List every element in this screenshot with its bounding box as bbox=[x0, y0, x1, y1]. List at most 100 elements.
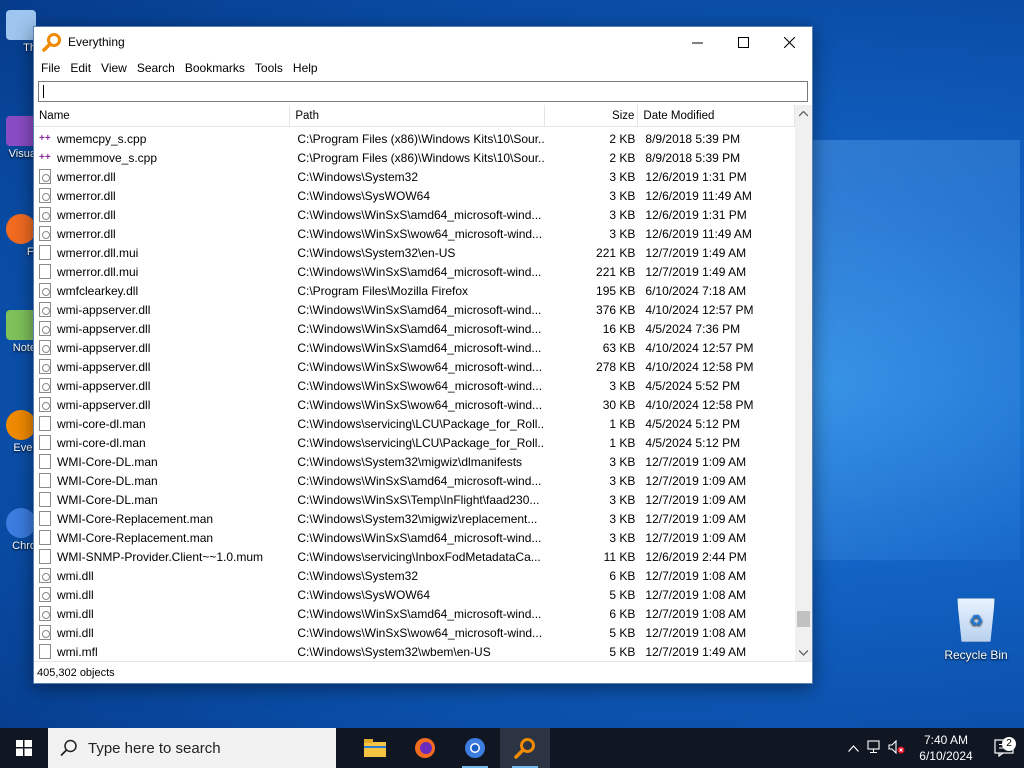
table-row[interactable]: ++ wmemcpy_s.cpp C:\Program Files (x86)\Wi… bbox=[34, 129, 795, 148]
cell-name: wmi-appserver.dll bbox=[34, 378, 290, 393]
taskbar-file-explorer[interactable] bbox=[350, 728, 400, 768]
table-row[interactable]: wmi.mfl C:\Windows\System32\wbem\en-US 5 K… bbox=[34, 642, 795, 661]
taskbar-chrome[interactable] bbox=[450, 728, 500, 768]
action-center-button[interactable]: 2 bbox=[984, 737, 1024, 757]
file-icon bbox=[39, 454, 51, 469]
desktop-icon-this-pc[interactable]: Th bbox=[0, 10, 36, 54]
show-hidden-icons-button[interactable] bbox=[842, 741, 864, 755]
menu-file[interactable]: File bbox=[36, 61, 65, 75]
dll-file-icon bbox=[39, 568, 51, 583]
table-row[interactable]: wmi.dll C:\Windows\WinSxS\amd64_microsoft… bbox=[34, 604, 795, 623]
table-row[interactable]: wmerror.dll.mui C:\Windows\WinSxS\amd64_m… bbox=[34, 262, 795, 281]
cell-path: C:\Windows\WinSxS\wow64_microsoft-wind..… bbox=[297, 226, 543, 241]
volume-button[interactable] bbox=[886, 739, 908, 757]
scroll-thumb[interactable] bbox=[797, 611, 810, 627]
desktop-icon-recycle-bin[interactable]: ♻ Recycle Bin bbox=[940, 598, 1012, 662]
table-row[interactable]: wmi-appserver.dll C:\Windows\WinSxS\wow64… bbox=[34, 376, 795, 395]
column-header-date[interactable]: Date Modified bbox=[638, 105, 795, 127]
file-name: wmerror.dll.mui bbox=[57, 245, 139, 260]
cell-name: wmi-appserver.dll bbox=[34, 321, 290, 336]
menu-edit[interactable]: Edit bbox=[65, 61, 96, 75]
desktop-icon-firefox[interactable]: Fi bbox=[0, 214, 36, 258]
cpp-file-icon: ++ bbox=[39, 150, 51, 165]
table-row[interactable]: wmi.dll C:\Windows\WinSxS\wow64_microsoft… bbox=[34, 623, 795, 642]
table-row[interactable]: wmi-appserver.dll C:\Windows\WinSxS\amd64… bbox=[34, 319, 795, 338]
menu-search[interactable]: Search bbox=[132, 61, 180, 75]
desktop-icon-notepad[interactable]: Note bbox=[0, 310, 36, 354]
column-header-path[interactable]: Path bbox=[290, 105, 545, 127]
taskbar-firefox[interactable] bbox=[400, 728, 450, 768]
menu-help[interactable]: Help bbox=[288, 61, 323, 75]
cell-name: wmi-core-dl.man bbox=[34, 435, 290, 450]
table-row[interactable]: WMI-Core-Replacement.man C:\Windows\Syste… bbox=[34, 509, 795, 528]
table-row[interactable]: wmerror.dll.mui C:\Windows\System32\en-US… bbox=[34, 243, 795, 262]
cell-name: wmi.dll bbox=[34, 568, 290, 583]
table-row[interactable]: wmerror.dll C:\Windows\System32 3 KB 12/6/2… bbox=[34, 167, 795, 186]
close-button[interactable] bbox=[766, 27, 812, 57]
maximize-button[interactable] bbox=[720, 27, 766, 57]
table-row[interactable]: wmi-core-dl.man C:\Windows\servicing\LCU\… bbox=[34, 414, 795, 433]
table-row[interactable]: wmi-appserver.dll C:\Windows\WinSxS\amd64… bbox=[34, 338, 795, 357]
clock[interactable]: 7:40 AM 6/10/2024 bbox=[908, 732, 984, 764]
table-row[interactable]: WMI-Core-DL.man C:\Windows\WinSxS\amd64_m… bbox=[34, 471, 795, 490]
column-header-name[interactable]: Name bbox=[34, 105, 291, 127]
table-row[interactable]: wmerror.dll C:\Windows\WinSxS\amd64_micro… bbox=[34, 205, 795, 224]
table-row[interactable]: wmerror.dll C:\Windows\WinSxS\wow64_micro… bbox=[34, 224, 795, 243]
cell-path: C:\Windows\WinSxS\amd64_microsoft-wind..… bbox=[297, 302, 542, 317]
file-name: WMI-Core-DL.man bbox=[57, 454, 158, 469]
cell-date: 4/10/2024 12:58 PM bbox=[645, 397, 754, 412]
cell-date: 12/6/2019 2:44 PM bbox=[645, 549, 747, 564]
network-button[interactable] bbox=[864, 739, 886, 757]
minimize-button[interactable] bbox=[674, 27, 720, 57]
title-bar[interactable]: Everything bbox=[34, 27, 812, 57]
table-row[interactable]: WMI-SNMP-Provider.Client~~1.0.mum C:\Wind… bbox=[34, 547, 795, 566]
cell-size: 221 KB bbox=[596, 264, 636, 279]
cell-date: 8/9/2018 5:39 PM bbox=[645, 150, 741, 165]
table-row[interactable]: WMI-Core-DL.man C:\Windows\WinSxS\Temp\In… bbox=[34, 490, 795, 509]
table-row[interactable]: wmi-appserver.dll C:\Windows\WinSxS\amd64… bbox=[34, 300, 795, 319]
table-row[interactable]: wmi.dll C:\Windows\SysWOW64 5 KB 12/7/2019 … bbox=[34, 585, 795, 604]
table-row[interactable]: wmi-appserver.dll C:\Windows\WinSxS\wow64… bbox=[34, 357, 795, 376]
vertical-scrollbar[interactable] bbox=[795, 105, 812, 661]
cell-date: 12/7/2019 1:09 AM bbox=[645, 492, 747, 507]
cell-date: 4/5/2024 7:36 PM bbox=[645, 321, 741, 336]
cell-name: wmi.dll bbox=[34, 606, 290, 621]
cell-size: 278 KB bbox=[596, 359, 636, 374]
column-header-size[interactable]: Size bbox=[545, 105, 639, 127]
table-row[interactable]: wmi-appserver.dll C:\Windows\WinSxS\wow64… bbox=[34, 395, 795, 414]
scroll-down-button[interactable] bbox=[795, 644, 812, 661]
cell-path: C:\Windows\WinSxS\amd64_microsoft-wind..… bbox=[297, 530, 542, 545]
table-row[interactable]: wmfclearkey.dll C:\Program Files\Mozilla … bbox=[34, 281, 795, 300]
file-name: wmerror.dll.mui bbox=[57, 264, 139, 279]
table-row[interactable]: WMI-Core-Replacement.man C:\Windows\WinSx… bbox=[34, 528, 795, 547]
cell-date: 4/5/2024 5:12 PM bbox=[645, 435, 741, 450]
menu-tools[interactable]: Tools bbox=[250, 61, 288, 75]
taskbar-everything[interactable] bbox=[500, 728, 550, 768]
dll-file-icon bbox=[39, 359, 51, 374]
table-row[interactable]: WMI-Core-DL.man C:\Windows\System32\migwi… bbox=[34, 452, 795, 471]
cell-size: 2 KB bbox=[609, 150, 636, 165]
file-name: wmi-appserver.dll bbox=[57, 321, 151, 336]
search-input[interactable] bbox=[38, 81, 808, 102]
dll-file-icon bbox=[39, 606, 51, 621]
cell-name: ++ wmemmove_s.cpp bbox=[34, 150, 290, 165]
table-row[interactable]: wmi-core-dl.man C:\Windows\servicing\LCU\… bbox=[34, 433, 795, 452]
table-row[interactable]: ++ wmemmove_s.cpp C:\Program Files (x86)\W… bbox=[34, 148, 795, 167]
cell-name: wmfclearkey.dll bbox=[34, 283, 290, 298]
menu-view[interactable]: View bbox=[96, 61, 132, 75]
table-row[interactable]: wmerror.dll C:\Windows\SysWOW64 3 KB 12/6/2… bbox=[34, 186, 795, 205]
menu-bookmarks[interactable]: Bookmarks bbox=[180, 61, 250, 75]
cell-date: 4/10/2024 12:57 PM bbox=[645, 340, 754, 355]
start-button[interactable] bbox=[0, 728, 48, 768]
desktop-icon-visual-studio[interactable]: Visua bbox=[0, 116, 36, 160]
cell-size: 3 KB bbox=[609, 492, 636, 507]
cell-size: 3 KB bbox=[609, 226, 636, 241]
desktop-icon-everything[interactable]: Ever bbox=[0, 410, 36, 454]
chevron-up-icon bbox=[847, 745, 859, 752]
table-row[interactable]: wmi.dll C:\Windows\System32 6 KB 12/7/2019 … bbox=[34, 566, 795, 585]
desktop-icon-chrome[interactable]: Chro bbox=[0, 508, 36, 552]
scroll-up-button[interactable] bbox=[795, 105, 812, 122]
recycle-bin-icon: ♻ bbox=[957, 598, 995, 642]
taskbar-search-box[interactable]: Type here to search bbox=[48, 728, 336, 768]
cell-size: 376 KB bbox=[596, 302, 636, 317]
